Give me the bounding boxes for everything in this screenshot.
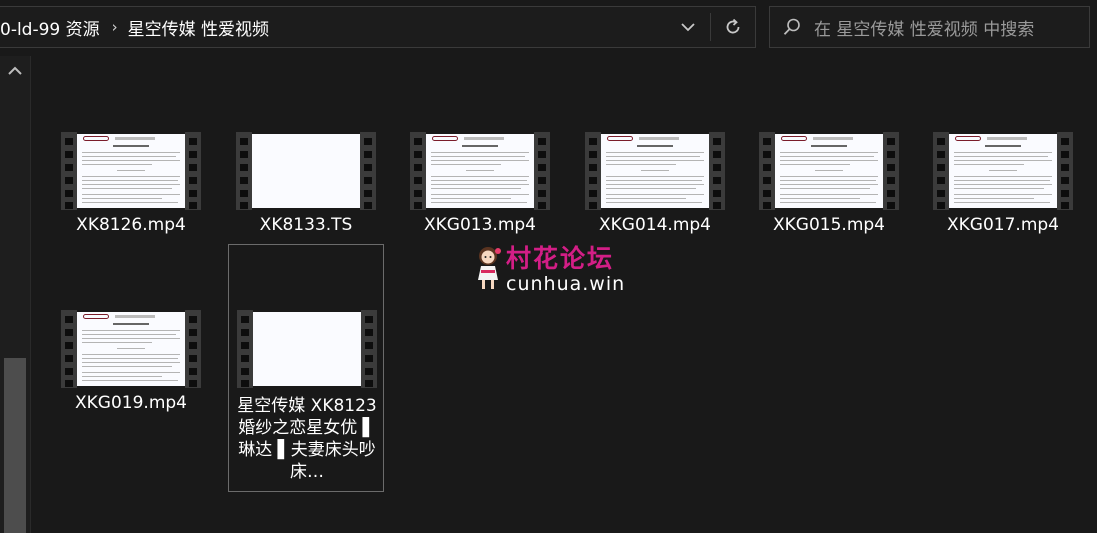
breadcrumb-item-parent[interactable]: 0-ld-99 资源 xyxy=(0,15,100,40)
file-name: XK8133.TS xyxy=(259,215,353,235)
chevron-down-icon xyxy=(681,23,695,32)
film-strip-right xyxy=(534,132,550,210)
video-thumbnail xyxy=(585,132,725,210)
file-item-xkg015[interactable]: XKG015.mp4 xyxy=(751,132,907,242)
address-history-dropdown[interactable] xyxy=(668,7,708,47)
file-name: XKG019.mp4 xyxy=(75,393,187,413)
watermark-url: cunhua.win xyxy=(506,273,626,295)
document-preview xyxy=(77,134,185,208)
video-thumbnail xyxy=(236,132,376,210)
search-icon xyxy=(770,7,814,47)
video-thumbnail xyxy=(759,132,899,210)
film-strip-left xyxy=(236,132,252,210)
file-name: 星空传媒 XK8123 婚纱之恋星女优 ▌琳达 ▌夫妻床头吵床… xyxy=(237,396,377,482)
video-thumbnail xyxy=(410,132,550,210)
breadcrumb: 0-ld-99 资源 › 星空传媒 性爱视频 xyxy=(0,7,269,47)
file-name: XK8126.mp4 xyxy=(76,215,186,235)
document-preview xyxy=(77,312,185,386)
watermark-title: 村花论坛 xyxy=(506,244,615,273)
blank-preview xyxy=(252,134,360,208)
film-strip-left xyxy=(61,310,77,388)
refresh-icon xyxy=(726,18,740,34)
search-input[interactable]: 在 星空传媒 性爱视频 中搜索 xyxy=(814,15,1034,40)
girl-mascot-icon xyxy=(478,247,501,289)
blank-preview xyxy=(253,312,361,386)
breadcrumb-item-current[interactable]: 星空传媒 性爱视频 xyxy=(128,15,269,40)
file-item-xk8133[interactable]: XK8133.TS xyxy=(228,132,384,242)
scroll-up-arrow-icon[interactable] xyxy=(6,64,24,78)
navigation-bar: 0-ld-99 资源 › 星空传媒 性爱视频 在 星空传媒 性爱视频 中搜索 xyxy=(0,0,1097,56)
film-strip-right xyxy=(185,310,201,388)
film-strip-right xyxy=(883,132,899,210)
file-item-xkg013[interactable]: XKG013.mp4 xyxy=(402,132,558,242)
watermark: 村花论坛 cunhua.win xyxy=(474,244,634,296)
document-preview xyxy=(775,134,883,208)
file-name: XKG014.mp4 xyxy=(599,215,711,235)
scrollbar-thumb[interactable] xyxy=(4,358,26,533)
film-strip-left xyxy=(585,132,601,210)
video-thumbnail xyxy=(933,132,1073,210)
breadcrumb-separator-icon[interactable]: › xyxy=(112,18,118,36)
video-thumbnail xyxy=(61,310,201,388)
video-thumbnail xyxy=(61,132,201,210)
film-strip-left xyxy=(237,310,253,388)
address-bar[interactable]: 0-ld-99 资源 › 星空传媒 性爱视频 xyxy=(0,6,756,48)
address-divider xyxy=(710,13,711,41)
video-thumbnail xyxy=(237,310,377,388)
document-preview xyxy=(426,134,534,208)
file-item-xkg017[interactable]: XKG017.mp4 xyxy=(925,132,1081,242)
film-strip-right xyxy=(709,132,725,210)
search-box[interactable]: 在 星空传媒 性爱视频 中搜索 xyxy=(769,6,1090,48)
film-strip-right xyxy=(1057,132,1073,210)
file-item-xkg014[interactable]: XKG014.mp4 xyxy=(577,132,733,242)
file-name: XKG015.mp4 xyxy=(773,215,885,235)
refresh-button[interactable] xyxy=(712,7,754,47)
file-item-xk8123-selected[interactable]: 星空传媒 XK8123 婚纱之恋星女优 ▌琳达 ▌夫妻床头吵床… xyxy=(228,244,384,492)
film-strip-right xyxy=(360,132,376,210)
film-strip-left xyxy=(410,132,426,210)
navigation-pane-scrollbar[interactable] xyxy=(0,56,31,533)
file-name: XKG017.mp4 xyxy=(947,215,1059,235)
file-view: XK8126.mp4 XK8133.TS XKG013.mp4 XKG014.m… xyxy=(31,56,1097,533)
document-preview xyxy=(601,134,709,208)
film-strip-right xyxy=(185,132,201,210)
document-preview xyxy=(949,134,1057,208)
film-strip-right xyxy=(361,310,377,388)
film-strip-left xyxy=(933,132,949,210)
file-item-xkg019[interactable]: XKG019.mp4 xyxy=(53,310,209,420)
film-strip-left xyxy=(759,132,775,210)
file-item-xk8126[interactable]: XK8126.mp4 xyxy=(53,132,209,242)
file-name: XKG013.mp4 xyxy=(424,215,536,235)
film-strip-left xyxy=(61,132,77,210)
